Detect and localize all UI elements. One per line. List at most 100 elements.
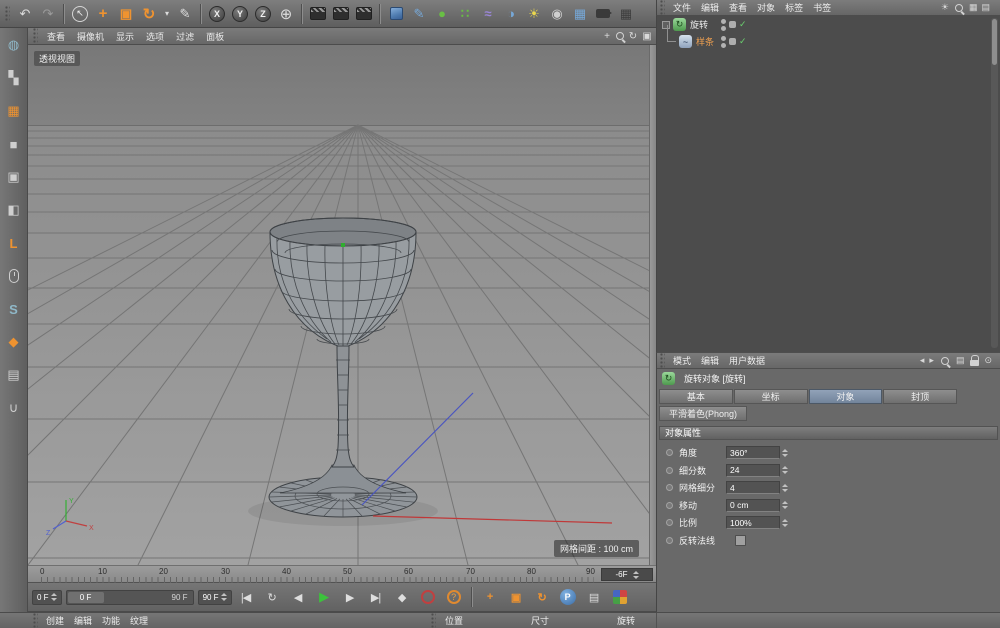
view-name-label[interactable]: 透视视图 xyxy=(34,51,80,66)
stepper[interactable] xyxy=(51,590,57,604)
model-mode-icon[interactable]: ■ xyxy=(3,133,25,155)
vp-menu-panel[interactable]: 面板 xyxy=(200,30,230,43)
view-maximize-icon[interactable]: ▣ xyxy=(640,31,654,42)
keyframe-circle-icon[interactable] xyxy=(666,484,673,491)
settings-icon[interactable]: ⊙ xyxy=(984,355,992,366)
primitive-cube-button[interactable] xyxy=(385,2,407,25)
object-name[interactable]: 旋转 xyxy=(690,18,708,31)
scale-key-button[interactable]: ▣ xyxy=(504,587,528,607)
play-button[interactable]: ▶ xyxy=(312,587,336,607)
floor-button[interactable]: ▦ xyxy=(569,2,591,25)
flip-normals-checkbox[interactable] xyxy=(735,535,746,546)
menu-function[interactable]: 功能 xyxy=(97,614,125,627)
spline-pen-button[interactable]: ✎ xyxy=(408,2,430,25)
view-pan-icon[interactable]: + xyxy=(600,31,614,42)
light-button[interactable]: ☀ xyxy=(523,2,545,25)
search-icon[interactable] xyxy=(953,2,965,14)
tab-phong[interactable]: 平滑着色(Phong) xyxy=(659,406,747,421)
palette-icon[interactable]: ▦ xyxy=(969,2,978,13)
light-icon[interactable]: ☀ xyxy=(941,2,949,13)
menu-edit2[interactable]: 编辑 xyxy=(69,614,97,627)
menu-object[interactable]: 对象 xyxy=(752,1,780,14)
start-frame-field[interactable]: 0 F xyxy=(32,590,62,605)
visibility-dots-toggle[interactable] xyxy=(721,19,726,31)
search-icon[interactable] xyxy=(939,355,951,367)
subdivision-surface-button[interactable]: ● xyxy=(431,2,453,25)
checker-flag-icon[interactable]: ▚ xyxy=(3,67,25,89)
range-handle[interactable]: 0 F xyxy=(68,592,104,603)
selected-point-handle[interactable] xyxy=(341,243,345,247)
snap-icon[interactable]: S xyxy=(3,298,25,320)
keyframe-circle-icon[interactable] xyxy=(666,449,673,456)
viewport-scrollbar[interactable] xyxy=(649,45,656,565)
deformer-button[interactable]: ≈ xyxy=(477,2,499,25)
menubar-grip[interactable] xyxy=(660,0,665,16)
object-name[interactable]: 样条 xyxy=(696,35,714,48)
tab-caps[interactable]: 封顶 xyxy=(883,389,957,404)
history-forward-icon[interactable]: ▸ xyxy=(929,355,934,366)
mesh-subdivision-field[interactable]: 4 xyxy=(726,481,780,494)
angle-field[interactable]: 360° xyxy=(726,446,780,459)
polygon-mode-icon[interactable]: ◧ xyxy=(3,199,25,221)
render-settings-button[interactable] xyxy=(353,2,375,25)
end-frame-field[interactable]: 90 F xyxy=(198,590,232,605)
menu-texture[interactable]: 纹理 xyxy=(125,614,153,627)
autokey-button[interactable] xyxy=(421,590,435,604)
bottom-grip[interactable] xyxy=(33,613,38,628)
rotate-button[interactable]: ↻ xyxy=(138,2,160,25)
material-button[interactable]: ◉ xyxy=(546,2,568,25)
current-frame-field[interactable]: -6F xyxy=(601,568,653,581)
x-axis-lock-button[interactable]: X xyxy=(206,2,228,25)
tab-basic[interactable]: 基本 xyxy=(659,389,733,404)
stepper[interactable] xyxy=(782,463,788,477)
vp-menu-view[interactable]: 查看 xyxy=(41,30,71,43)
attribute-menu-grip[interactable] xyxy=(660,353,665,369)
live-selection-button[interactable]: ↖ xyxy=(69,2,91,25)
keyframe-circle-icon[interactable] xyxy=(666,502,673,509)
next-frame-button[interactable]: ▶ xyxy=(338,587,362,607)
render-view-button[interactable] xyxy=(307,2,329,25)
texture-mode-icon[interactable]: ▦ xyxy=(3,100,25,122)
lock-icon[interactable] xyxy=(969,355,979,367)
undo-button[interactable]: ↶ xyxy=(14,2,36,25)
y-axis-lock-button[interactable]: Y xyxy=(229,2,251,25)
pivot-icon[interactable]: ◆ xyxy=(3,331,25,353)
parameter-key-button[interactable]: P xyxy=(560,589,576,605)
environment-button[interactable]: ◑ xyxy=(500,2,522,25)
object-manager-scrollbar[interactable] xyxy=(991,18,998,348)
object-row-spline[interactable]: ~ 样条 ✓ xyxy=(657,33,1000,50)
menu-userdata[interactable]: 用户数据 xyxy=(724,354,770,367)
history-back-icon[interactable]: ◂ xyxy=(920,355,925,366)
tool-dropdown-arrow[interactable]: ▾ xyxy=(161,2,173,25)
vp-menu-display[interactable]: 显示 xyxy=(110,30,140,43)
coord-grip[interactable] xyxy=(431,613,436,628)
keyframe-circle-icon[interactable] xyxy=(666,467,673,474)
subdivision-field[interactable]: 24 xyxy=(726,464,780,477)
timeline-ruler[interactable]: 0 10 20 30 40 50 60 70 80 90 -6F xyxy=(28,565,656,583)
menu-bookmark[interactable]: 书签 xyxy=(808,1,836,14)
axis-mode-icon[interactable]: L xyxy=(3,232,25,254)
array-generator-button[interactable]: ∷ xyxy=(454,2,476,25)
layout-icon[interactable]: ▤ xyxy=(981,2,990,13)
active-tool-button[interactable]: ✎ xyxy=(174,2,196,25)
expand-toggle-icon[interactable] xyxy=(662,21,670,29)
stepper[interactable] xyxy=(782,481,788,495)
tab-coordinates[interactable]: 坐标 xyxy=(734,389,808,404)
stepper[interactable] xyxy=(221,590,227,604)
magnet-icon[interactable]: ∪ xyxy=(3,397,25,419)
menu-create[interactable]: 创建 xyxy=(41,614,69,627)
menu-edit[interactable]: 编辑 xyxy=(696,354,724,367)
move-button[interactable]: + xyxy=(92,2,114,25)
menu-file[interactable]: 文件 xyxy=(668,1,696,14)
layer-toggle[interactable] xyxy=(729,38,736,45)
coordinate-system-button[interactable]: ⊕ xyxy=(275,2,297,25)
globe-icon[interactable]: ◍ xyxy=(3,34,25,56)
vp-menu-options[interactable]: 选项 xyxy=(140,30,170,43)
stepper[interactable] xyxy=(782,446,788,460)
mouse-icon[interactable] xyxy=(3,265,25,287)
loop-button[interactable]: ↻ xyxy=(260,587,284,607)
stepper[interactable] xyxy=(782,498,788,512)
point-mode-icon[interactable]: ▣ xyxy=(3,166,25,188)
viewport-canvas[interactable]: Y X Z 透视视图 网格间距 : 100 cm xyxy=(28,45,649,565)
layer-toggle[interactable] xyxy=(729,21,736,28)
